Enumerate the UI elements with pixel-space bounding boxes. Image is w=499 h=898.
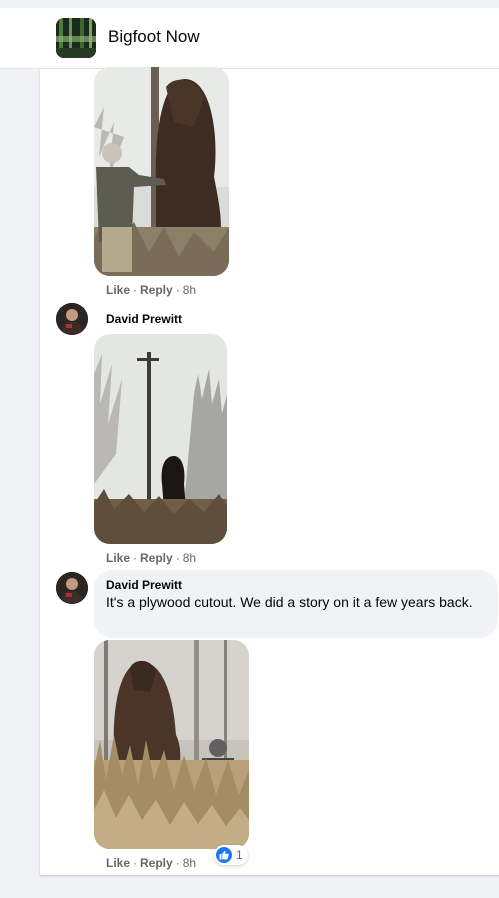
comment-timestamp[interactable]: 8h — [183, 551, 196, 565]
avatar[interactable] — [56, 572, 88, 604]
separator: · — [175, 283, 180, 297]
like-button[interactable]: Like — [106, 551, 130, 565]
comment-bubble: David Prewitt It's a plywood cutout. We … — [94, 570, 498, 638]
comment-actions: Like · Reply · 8h — [106, 551, 196, 565]
comment-actions: Like · Reply · 8h — [106, 856, 196, 870]
reply-button[interactable]: Reply — [140, 551, 173, 565]
separator: · — [133, 551, 138, 565]
like-button[interactable]: Like — [106, 856, 130, 870]
thumbs-up-icon — [216, 847, 232, 863]
top-bar-spacer — [0, 0, 499, 8]
separator: · — [175, 551, 180, 565]
separator: · — [175, 856, 180, 870]
comment-timestamp[interactable]: 8h — [183, 856, 196, 870]
avatar[interactable] — [56, 303, 88, 335]
reply-button[interactable]: Reply — [140, 283, 173, 297]
comment-author[interactable]: David Prewitt — [106, 312, 182, 326]
comment-photo[interactable] — [94, 640, 249, 849]
separator: · — [133, 283, 138, 297]
comment-actions: Like · Reply · 8h — [106, 283, 196, 297]
comment-author[interactable]: David Prewitt — [106, 578, 498, 592]
comment-timestamp[interactable]: 8h — [183, 283, 196, 297]
reaction-count: 1 — [236, 848, 243, 862]
like-button[interactable]: Like — [106, 283, 130, 297]
group-header: Bigfoot Now — [0, 8, 499, 69]
group-name[interactable]: Bigfoot Now — [108, 27, 200, 47]
reaction-count-badge[interactable]: 1 — [214, 845, 248, 865]
comment-photo[interactable] — [94, 67, 229, 276]
reply-button[interactable]: Reply — [140, 856, 173, 870]
comment-text: It's a plywood cutout. We did a story on… — [106, 594, 473, 610]
group-avatar[interactable] — [56, 18, 96, 58]
comment-photo[interactable] — [94, 334, 227, 544]
separator: · — [133, 856, 138, 870]
